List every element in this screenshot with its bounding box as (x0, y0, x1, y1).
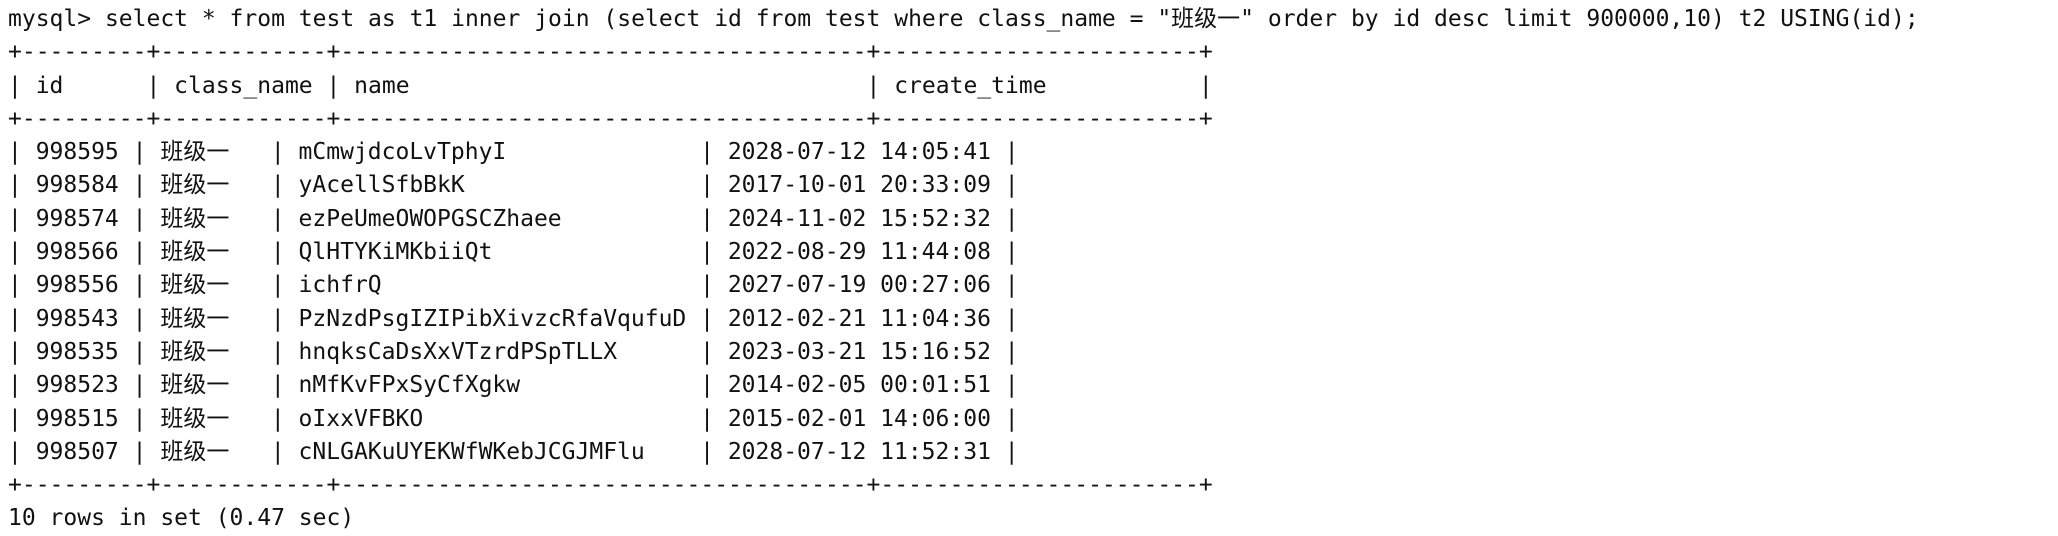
result-summary: 10 rows in set (0.47 sec) (8, 505, 355, 532)
mysql-prompt: mysql> (8, 6, 105, 32)
table-row: | 998595 | 班级一 | mCmwjdcoLvTphyI | 2028-… (8, 139, 1019, 166)
table-row: | 998566 | 班级一 | QlHTYKiMKbiiQt | 2022-0… (8, 239, 1019, 266)
terminal-output: mysql> select * from test as t1 inner jo… (8, 3, 2050, 536)
terminal-window[interactable]: mysql> select * from test as t1 inner jo… (0, 0, 2058, 536)
table-border-bottom: +---------+------------+----------------… (8, 472, 1213, 499)
table-row: | 998535 | 班级一 | hnqksCaDsXxVTzrdPSpTLLX… (8, 338, 1019, 365)
table-row: | 998523 | 班级一 | nMfKvFPxSyCfXgkw | 2014… (8, 372, 1019, 399)
sql-command: select * from test as t1 inner join (sel… (104, 6, 1919, 32)
table-header: | id | class_name | name | create_time | (8, 72, 1213, 99)
table-border-top: +---------+------------+----------------… (8, 39, 1213, 66)
table-row: | 998574 | 班级一 | ezPeUmeOWOPGSCZhaee | 2… (8, 205, 1019, 232)
table-row: | 998515 | 班级一 | oIxxVFBKO | 2015-02-01 … (8, 405, 1019, 432)
table-row: | 998507 | 班级一 | cNLGAKuUYEKWfWKebJCGJMF… (8, 438, 1019, 465)
table-border-mid: +---------+------------+----------------… (8, 105, 1213, 132)
table-row: | 998584 | 班级一 | yAcellSfbBkK | 2017-10-… (8, 172, 1019, 199)
table-row: | 998543 | 班级一 | PzNzdPsgIZIPibXivzcRfaV… (8, 305, 1019, 332)
command-line: mysql> select * from test as t1 inner jo… (8, 3, 2050, 36)
table-body: | 998595 | 班级一 | mCmwjdcoLvTphyI | 2028-… (8, 136, 2050, 469)
table-row: | 998556 | 班级一 | ichfrQ | 2027-07-19 00:… (8, 272, 1019, 299)
